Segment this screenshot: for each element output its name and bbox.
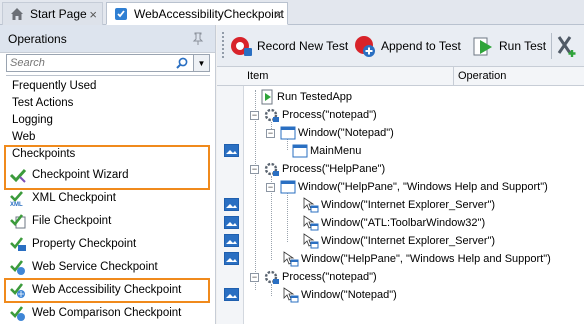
chevron-down-icon[interactable]: ▼ [193,55,209,71]
operations-panel: Operations ▼ Frequently Used Test Action… [0,25,216,324]
tree-row-window-notepad[interactable]: − Window("Notepad") [266,124,394,142]
category-logging[interactable]: Logging [6,112,210,129]
tree-row-process-helppane[interactable]: − Process("HelpPane") [250,160,385,178]
pin-icon[interactable] [191,32,205,46]
image-icon [224,216,239,229]
search-input[interactable] [7,55,177,71]
row-gutter [217,86,244,324]
run-tested-app-icon [261,89,273,105]
tree-row-process-notepad-2[interactable]: − Process("notepad") [250,268,377,286]
record-icon [231,37,252,56]
close-icon[interactable]: × [274,7,282,22]
image-icon [224,234,239,247]
close-icon[interactable]: × [89,7,97,22]
edit-test-button[interactable] [555,32,583,60]
list-item-file-checkpoint[interactable]: File Checkpoint [6,209,210,232]
tab-bar: Start Page × WebAccessibilityCheckpoint … [0,0,584,25]
search-box[interactable]: ▼ [6,54,210,72]
list-item-property-checkpoint[interactable]: Property Checkpoint [6,232,210,255]
run-test-button[interactable]: Run Test [471,32,546,60]
process-icon [264,162,279,176]
window-arrow-icon [283,287,299,303]
tree-row-process-notepad[interactable]: − Process("notepad") [250,106,377,124]
window-arrow-icon [303,233,319,249]
image-icon [224,288,239,301]
property-checkpoint-icon [10,236,26,251]
panel-header: Operations [0,25,215,53]
list-item-web-service-checkpoint[interactable]: Web Service Checkpoint [6,255,210,278]
menu-icon [292,144,308,158]
category-test-actions[interactable]: Test Actions [6,95,210,112]
tab-start-page[interactable]: Start Page × [2,2,103,25]
collapse-icon[interactable]: − [250,110,259,120]
image-icon [224,252,239,265]
x-plus-icon [557,36,576,57]
tree-row-window-helppane-2[interactable]: Window("HelpPane", "Windows Help and Sup… [283,250,551,268]
tab-web-accessibility-checkpoint[interactable]: WebAccessibilityCheckpoint × [106,2,288,25]
tree-line [287,193,288,242]
image-icon [224,144,239,157]
keyword-test-icon [115,7,127,20]
test-grid: Item Operation Run TestedApp − Process("… [217,67,584,324]
svg-text:XML: XML [10,202,23,207]
window-arrow-icon [303,197,319,213]
web-comparison-checkpoint-icon [10,305,25,321]
process-icon [264,270,279,284]
list-item-web-comparison-checkpoint[interactable]: Web Comparison Checkpoint [6,301,210,324]
toolbar-grip[interactable] [221,31,225,59]
collapse-icon[interactable]: − [250,164,259,174]
tab-label: Start Page [30,7,87,21]
toolbar-divider [551,33,552,59]
collapse-icon[interactable]: − [266,182,275,192]
collapse-icon[interactable]: − [250,272,259,282]
tree-row-window-atl-toolbar[interactable]: Window("ATL:ToolbarWindow32") [303,214,485,232]
divider [6,75,210,76]
tree-row-window-notepad-2[interactable]: Window("Notepad") [283,286,397,304]
column-header-operation[interactable]: Operation [458,70,506,82]
collapse-icon[interactable]: − [266,128,275,138]
window-arrow-icon [303,215,319,231]
tab-label: WebAccessibilityCheckpoint [134,6,284,21]
column-divider [453,67,454,86]
image-icon [224,198,239,211]
toolbar: Record New Test Append to Test Run Test [217,25,584,67]
column-header-item[interactable]: Item [247,70,268,82]
xml-checkpoint-icon: XML [10,190,23,207]
window-icon [280,126,296,140]
run-icon [473,37,492,56]
window-arrow-icon [283,251,299,267]
tree-row-window-ie-server-2[interactable]: Window("Internet Explorer_Server") [303,232,495,250]
grid-header: Item Operation [217,67,584,86]
tree-row-window-ie-server[interactable]: Window("Internet Explorer_Server") [303,196,495,214]
checkpoints-highlight [4,145,210,190]
window-icon [280,180,296,194]
web-accessibility-highlight [4,278,210,303]
home-icon [11,8,23,20]
web-service-checkpoint-icon [10,259,25,275]
tree-row-run-tested-app[interactable]: Run TestedApp [259,88,352,106]
file-checkpoint-icon [10,213,26,228]
append-to-test-button[interactable]: Append to Test [353,32,461,60]
category-web[interactable]: Web [6,129,210,146]
search-icon[interactable] [175,56,189,70]
append-icon [355,36,375,57]
tree-row-main-menu[interactable]: MainMenu [292,142,361,160]
panel-title: Operations [8,31,67,46]
category-frequently-used[interactable]: Frequently Used [6,78,210,95]
process-icon [264,108,279,122]
record-new-test-button[interactable]: Record New Test [229,32,348,60]
tree-row-window-helppane[interactable]: − Window("HelpPane", "Windows Help and S… [266,178,548,196]
